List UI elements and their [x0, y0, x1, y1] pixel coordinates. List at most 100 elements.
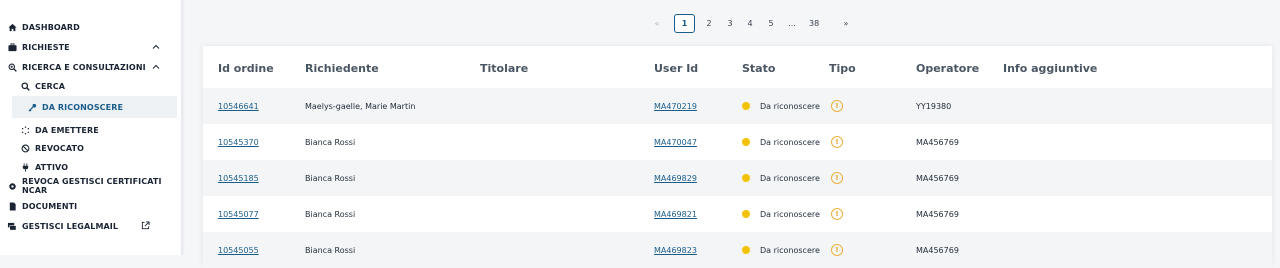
- ban-icon: [20, 143, 30, 153]
- document-icon: [7, 201, 17, 211]
- sidebar-item-dashboard[interactable]: DASHBOARD: [0, 16, 181, 38]
- sidebar-item-label: GESTISCI LEGALMAIL: [22, 221, 119, 231]
- page-button-last[interactable]: 38: [809, 14, 819, 32]
- sidebar-item-revoca-certificati-ncar[interactable]: REVOCA GESTISCI CERTIFICATI NCAR: [0, 175, 181, 197]
- sidebar-item-label: REVOCATO: [35, 143, 84, 153]
- sidebar-item-label: DA RICONOSCERE: [42, 102, 124, 112]
- next-page-button[interactable]: »: [841, 14, 851, 32]
- gear-icon: [7, 181, 17, 191]
- search-zoom-icon: [7, 62, 17, 72]
- status-cell: Da riconoscere: [742, 232, 820, 268]
- table-row[interactable]: 10545055 Bianca Rossi MA469823 Da ricono…: [203, 232, 1272, 268]
- column-header-titolare[interactable]: Titolare: [480, 62, 528, 75]
- briefcase-icon: [7, 42, 17, 52]
- sidebar-item-label: DOCUMENTI: [22, 201, 78, 211]
- richiedente-cell: Maelys-gaelle, Marie Martin: [305, 101, 416, 111]
- status-label: Da riconoscere: [760, 137, 820, 147]
- status-label: Da riconoscere: [760, 101, 820, 111]
- column-header-stato[interactable]: Stato: [742, 62, 775, 75]
- tipo-cell: !: [831, 88, 843, 124]
- badge-icon: !: [831, 136, 843, 148]
- status-cell: Da riconoscere: [742, 196, 820, 232]
- status-label: Da riconoscere: [760, 209, 820, 219]
- sidebar-item-label: DASHBOARD: [22, 22, 80, 32]
- table-row[interactable]: 10545185 Bianca Rossi MA469829 Da ricono…: [203, 160, 1272, 196]
- page-button-current[interactable]: 1: [674, 14, 695, 33]
- order-id-link[interactable]: 10546641: [218, 88, 259, 124]
- tipo-cell: !: [831, 160, 843, 196]
- order-id-link[interactable]: 10545185: [218, 160, 259, 196]
- operatore-cell: MA456769: [916, 245, 959, 255]
- mail-stack-icon: [7, 221, 17, 231]
- sidebar-item-richieste[interactable]: RICHIESTE: [0, 36, 181, 58]
- badge-icon: !: [831, 172, 843, 184]
- orders-table: Id ordine Richiedente Titolare User Id S…: [203, 46, 1272, 268]
- badge-icon: !: [831, 100, 843, 112]
- column-header-operatore[interactable]: Operatore: [916, 62, 979, 75]
- user-id-link[interactable]: MA469823: [654, 232, 697, 268]
- user-id-link[interactable]: MA470219: [654, 88, 697, 124]
- status-dot-icon: [742, 210, 750, 218]
- column-header-tipo[interactable]: Tipo: [829, 62, 856, 75]
- user-id-link[interactable]: MA469821: [654, 196, 697, 232]
- page-ellipsis: ...: [788, 18, 796, 28]
- sidebar: DASHBOARD RICHIESTE RICERCA E CONSULTAZI…: [0, 0, 182, 255]
- sidebar-item-cerca[interactable]: CERCA: [0, 75, 181, 97]
- status-dot-icon: [742, 174, 750, 182]
- sidebar-item-documenti[interactable]: DOCUMENTI: [0, 195, 181, 217]
- status-dot-icon: [742, 138, 750, 146]
- order-id-link[interactable]: 10545055: [218, 232, 259, 268]
- badge-icon: !: [831, 244, 843, 256]
- plug-icon: [20, 162, 30, 172]
- operatore-cell: MA456769: [916, 209, 959, 219]
- sidebar-item-label: RICERCA E CONSULTAZIONI: [22, 62, 146, 72]
- operatore-cell: MA456769: [916, 173, 959, 183]
- status-cell: Da riconoscere: [742, 88, 820, 124]
- tipo-cell: !: [831, 124, 843, 160]
- tipo-cell: !: [831, 196, 843, 232]
- table-row[interactable]: 10545077 Bianca Rossi MA469821 Da ricono…: [203, 196, 1272, 232]
- column-header-info-aggiuntive[interactable]: Info aggiuntive: [1003, 62, 1097, 75]
- operatore-cell: YY19380: [916, 101, 952, 111]
- sidebar-item-label: REVOCA GESTISCI CERTIFICATI NCAR: [22, 177, 162, 195]
- status-label: Da riconoscere: [760, 173, 820, 183]
- sidebar-divider: [181, 0, 185, 255]
- page-button[interactable]: 5: [766, 14, 776, 32]
- status-label: Da riconoscere: [760, 245, 820, 255]
- page-button[interactable]: 3: [725, 14, 735, 32]
- user-id-link[interactable]: MA469829: [654, 160, 697, 196]
- table-row[interactable]: 10545370 Bianca Rossi MA470047 Da ricono…: [203, 124, 1272, 160]
- external-link-icon[interactable]: [141, 221, 151, 231]
- page-button[interactable]: 4: [745, 14, 755, 32]
- status-cell: Da riconoscere: [742, 160, 820, 196]
- column-header-id-ordine[interactable]: Id ordine: [218, 62, 274, 75]
- sidebar-item-label: RICHIESTE: [22, 42, 70, 52]
- status-dot-icon: [742, 246, 750, 254]
- loading-icon: [20, 125, 30, 135]
- sidebar-item-da-riconoscere[interactable]: DA RICONOSCERE: [12, 96, 177, 118]
- status-cell: Da riconoscere: [742, 124, 820, 160]
- search-icon: [20, 81, 30, 91]
- tipo-cell: !: [831, 232, 843, 268]
- order-id-link[interactable]: 10545077: [218, 196, 259, 232]
- sidebar-item-label: DA EMETTERE: [35, 125, 99, 135]
- page-button[interactable]: 2: [704, 14, 714, 32]
- key-icon: [27, 102, 37, 112]
- operatore-cell: MA456769: [916, 137, 959, 147]
- prev-page-button[interactable]: «: [652, 14, 662, 32]
- richiedente-cell: Bianca Rossi: [305, 209, 356, 219]
- user-id-link[interactable]: MA470047: [654, 124, 697, 160]
- status-dot-icon: [742, 102, 750, 110]
- order-id-link[interactable]: 10545370: [218, 124, 259, 160]
- chevron-up-icon[interactable]: [151, 62, 161, 72]
- chevron-up-icon[interactable]: [151, 42, 161, 52]
- table-row[interactable]: 10546641 Maelys-gaelle, Marie Martin MA4…: [203, 88, 1272, 124]
- column-header-richiedente[interactable]: Richiedente: [305, 62, 379, 75]
- richiedente-cell: Bianca Rossi: [305, 173, 356, 183]
- column-header-user-id[interactable]: User Id: [654, 62, 698, 75]
- sidebar-item-label: ATTIVO: [35, 162, 69, 172]
- badge-icon: !: [831, 208, 843, 220]
- sidebar-item-gestisci-legalmail[interactable]: GESTISCI LEGALMAIL: [0, 215, 181, 237]
- richiedente-cell: Bianca Rossi: [305, 137, 356, 147]
- sidebar-item-label: CERCA: [35, 81, 66, 91]
